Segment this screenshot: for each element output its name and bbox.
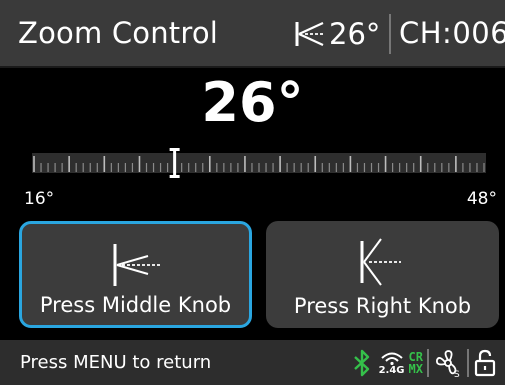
crmx-top-label: CR: [408, 349, 423, 364]
current-zoom-value: 26°: [201, 71, 304, 134]
range-max-label: 48°: [466, 189, 497, 209]
crmx-bottom-label: MX: [408, 361, 423, 376]
header-angle-readout: 26°: [293, 16, 380, 52]
header-divider: [389, 14, 391, 54]
wireless-band-label: 2.4G: [378, 365, 405, 376]
wide-beam-icon: [360, 238, 401, 286]
status-footer: Press MENU to return 2.4G CR MX S: [0, 340, 505, 385]
middle-knob-label: Press Middle Knob: [39, 293, 232, 317]
svg-text:S: S: [454, 370, 460, 378]
footer-divider: [467, 348, 469, 377]
scale-ticks: [33, 148, 485, 178]
scale-value-marker[interactable]: [169, 148, 180, 178]
zoom-scale-slider[interactable]: [32, 148, 486, 178]
narrow-beam-icon: [113, 244, 162, 286]
press-right-knob-button[interactable]: Press Right Knob: [266, 221, 499, 328]
bluetooth-icon: [351, 346, 373, 379]
zoom-control-screen: Zoom Control 26° CH:006 26° 16° 48° Pres…: [0, 0, 505, 385]
range-min-label: 16°: [24, 189, 55, 209]
fan-icon: S: [433, 346, 463, 379]
right-knob-label: Press Right Knob: [293, 294, 472, 318]
unlock-icon: [473, 346, 497, 379]
header-angle-value: 26°: [329, 17, 381, 51]
return-hint: Press MENU to return: [20, 352, 212, 373]
crmx-icon: CR MX: [409, 346, 423, 379]
wireless-2-4g-icon: 2.4G: [379, 346, 405, 379]
beam-angle-icon: [293, 18, 327, 51]
press-middle-knob-button[interactable]: Press Middle Knob: [19, 221, 252, 328]
status-icons: 2.4G CR MX S: [351, 346, 497, 379]
channel-indicator: CH:006: [399, 16, 505, 50]
page-title: Zoom Control: [18, 16, 219, 50]
header-bar: Zoom Control 26° CH:006: [0, 0, 505, 68]
footer-divider: [427, 348, 429, 377]
